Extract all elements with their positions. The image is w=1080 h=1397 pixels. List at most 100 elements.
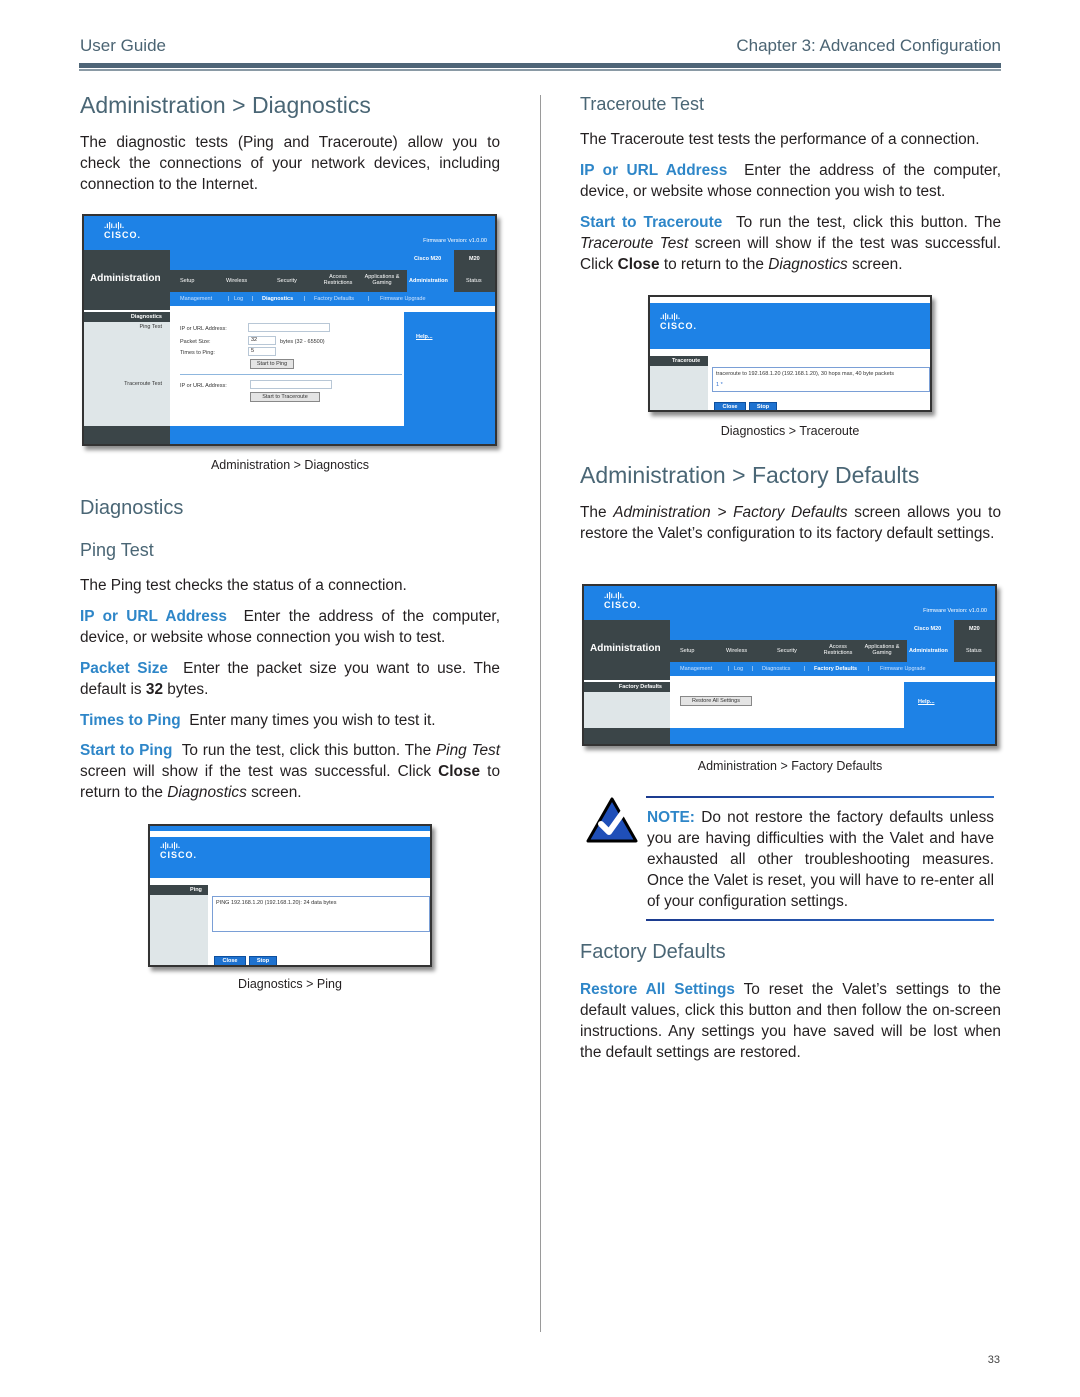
description: bytes. bbox=[163, 681, 209, 698]
term: IP or URL Address bbox=[80, 608, 227, 625]
subtab-log[interactable]: Log bbox=[734, 666, 743, 672]
note-rule-bottom bbox=[646, 919, 994, 921]
packet-size-input[interactable]: 32 bbox=[248, 336, 276, 345]
subtab-log[interactable]: Log bbox=[234, 296, 243, 302]
stop-button[interactable]: Stop bbox=[249, 956, 277, 965]
description: screen. bbox=[847, 256, 903, 273]
subtab-sep: | bbox=[752, 666, 754, 672]
ping-intro: The Ping test checks the status of a con… bbox=[80, 577, 407, 594]
intro-paragraph: The diagnostic tests (Ping and Tracerout… bbox=[80, 134, 500, 193]
close-button[interactable]: Close bbox=[714, 402, 746, 410]
packet-size-label: Packet Size: bbox=[180, 339, 211, 345]
admin-section-title: Administration bbox=[90, 273, 161, 284]
tab-administration[interactable]: Administration bbox=[409, 278, 448, 284]
sidebar-ping-test: Ping Test bbox=[139, 324, 162, 330]
tab-access-restrictions[interactable]: Access Restrictions bbox=[818, 644, 858, 656]
tab-applications-gaming[interactable]: Applications & Gaming bbox=[860, 644, 904, 656]
help-panel bbox=[904, 682, 995, 744]
start-traceroute-button[interactable]: Start to Traceroute bbox=[250, 392, 320, 402]
subtab-sep: | bbox=[368, 296, 370, 302]
description: screen will show if the test was success… bbox=[80, 763, 439, 780]
restore-all-settings-button[interactable]: Restore All Settings bbox=[680, 696, 752, 706]
subtab-factory-defaults[interactable]: Factory Defaults bbox=[314, 296, 354, 302]
traceroute-intro: The Traceroute test tests the performanc… bbox=[580, 131, 980, 148]
page-number: 33 bbox=[987, 1354, 1000, 1366]
ip-input[interactable] bbox=[248, 323, 330, 332]
screen-name: Diagnostics bbox=[768, 256, 848, 273]
note-rule-top bbox=[646, 796, 994, 798]
tab-wireless[interactable]: Wireless bbox=[226, 278, 247, 284]
item-restore-all-settings: Restore All Settings To reset the Valet’… bbox=[580, 979, 1001, 1063]
times-label: Times to Ping: bbox=[180, 350, 215, 356]
subsection-ping-test: Ping Test bbox=[80, 540, 154, 560]
tab-setup[interactable]: Setup bbox=[680, 648, 694, 654]
description: to return to the bbox=[659, 256, 769, 273]
figure-caption: Administration > Diagnostics bbox=[210, 458, 370, 472]
subtab-firmware-upgrade[interactable]: Firmware Upgrade bbox=[380, 296, 426, 302]
description: Do not restore the factory defaults unle… bbox=[647, 809, 994, 910]
footer-left bbox=[584, 728, 670, 744]
sidebar-ping: Ping bbox=[190, 887, 202, 893]
subtab-management[interactable]: Management bbox=[180, 296, 212, 302]
tab-security[interactable]: Security bbox=[777, 648, 797, 654]
tab-setup[interactable]: Setup bbox=[180, 278, 194, 284]
description: To run the test, click this button. The bbox=[181, 742, 436, 759]
item-ip-address: IP or URL Address Enter the address of t… bbox=[580, 160, 1001, 202]
stop-button[interactable]: Stop bbox=[749, 402, 777, 410]
column-divider bbox=[540, 95, 541, 1332]
trace-ip-input[interactable] bbox=[250, 380, 332, 389]
sidebar-traceroute-test: Traceroute Test bbox=[124, 381, 162, 387]
figure-caption: Diagnostics > Traceroute bbox=[720, 424, 860, 438]
cisco-logo: .ı|ı.ı|ı. CISCO. bbox=[604, 591, 642, 611]
model-name: Cisco M20 bbox=[414, 256, 442, 262]
description: To run the test, click this button. The bbox=[735, 214, 1002, 231]
sidebar-bg bbox=[84, 322, 170, 426]
term: Start to Traceroute bbox=[580, 214, 723, 231]
help-link[interactable]: Help... bbox=[416, 334, 433, 340]
tab-wireless[interactable]: Wireless bbox=[726, 648, 747, 654]
subtab-diagnostics[interactable]: Diagnostics bbox=[262, 296, 293, 302]
screenshot-traceroute: .ı|ı.ı|ı. CISCO. Traceroute traceroute to… bbox=[648, 295, 932, 412]
subtab-firmware-upgrade[interactable]: Firmware Upgrade bbox=[880, 666, 926, 672]
subtab-sep: | bbox=[728, 666, 730, 672]
checkmark-icon bbox=[586, 797, 638, 843]
subtab-sep: | bbox=[228, 296, 230, 302]
firmware-version: Firmware Version: v1.0.00 bbox=[423, 238, 487, 244]
sidebar-bg bbox=[584, 692, 670, 728]
term: Start to Ping bbox=[80, 742, 173, 759]
screenshot-ping: .ı|ı.ı|ı. CISCO. Ping PING 192.168.1.20 (… bbox=[148, 824, 432, 967]
trace-ip-label: IP or URL Address: bbox=[180, 383, 227, 389]
screen-name: Diagnostics bbox=[167, 784, 247, 801]
subtab-management[interactable]: Management bbox=[680, 666, 712, 672]
subtab-sep: | bbox=[868, 666, 870, 672]
section-title-factory-defaults: Administration > Factory Defaults bbox=[580, 462, 920, 488]
subtab-diagnostics[interactable]: Diagnostics bbox=[762, 666, 790, 672]
tab-status[interactable]: Status bbox=[466, 278, 482, 284]
subtab-factory-defaults[interactable]: Factory Defaults bbox=[814, 666, 857, 672]
help-link[interactable]: Help... bbox=[918, 699, 935, 705]
tab-status[interactable]: Status bbox=[966, 648, 982, 654]
admin-section-title: Administration bbox=[590, 643, 661, 654]
cisco-logo: .ı|ı.ı|ı. CISCO. bbox=[660, 312, 698, 332]
close-button[interactable]: Close bbox=[214, 956, 246, 965]
description: The bbox=[580, 504, 614, 521]
times-select[interactable]: 5 bbox=[248, 347, 276, 356]
description: Enter many times you wish to test it. bbox=[189, 712, 436, 729]
start-ping-button[interactable]: Start to Ping bbox=[250, 359, 294, 369]
header-user-guide: User Guide bbox=[80, 36, 166, 55]
tab-security[interactable]: Security bbox=[277, 278, 297, 284]
tab-access-restrictions[interactable]: Access Restrictions bbox=[318, 274, 358, 286]
footer-left bbox=[84, 426, 170, 444]
screen-name: Ping Test bbox=[435, 742, 500, 759]
term: IP or URL Address bbox=[580, 162, 728, 179]
screenshot-admin-diagnostics: .ı|ı.ı|ı. CISCO. Firmware Version: v1.0.0… bbox=[82, 214, 497, 446]
sidebar-bg bbox=[650, 366, 708, 410]
figure-caption: Administration > Factory Defaults bbox=[697, 759, 883, 773]
screen-name: Traceroute Test bbox=[580, 235, 689, 252]
tab-applications-gaming[interactable]: Applications & Gaming bbox=[360, 274, 404, 286]
screen-name: Administration > Factory Defaults bbox=[613, 504, 848, 521]
tab-administration[interactable]: Administration bbox=[909, 648, 948, 654]
note-label: NOTE: bbox=[647, 809, 695, 826]
header-rule-thin bbox=[79, 69, 1001, 71]
item-ip-address: IP or URL Address Enter the address of t… bbox=[80, 606, 500, 648]
